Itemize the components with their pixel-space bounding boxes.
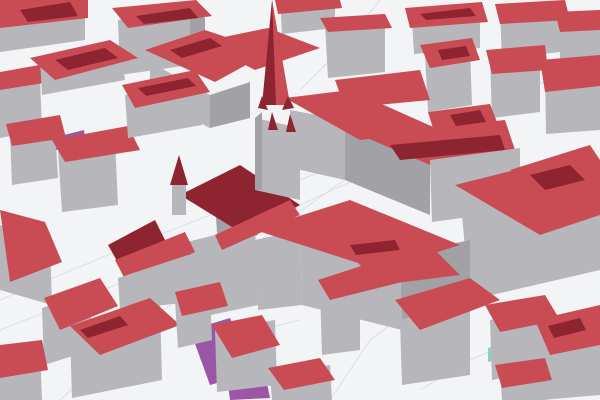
map-viewport[interactable]: .roof { fill: #c94c55; } .roofd { fill: … bbox=[0, 0, 600, 400]
city-scene[interactable]: .roof { fill: #c94c55; } .roofd { fill: … bbox=[0, 0, 600, 400]
building-lower-right bbox=[485, 295, 600, 400]
